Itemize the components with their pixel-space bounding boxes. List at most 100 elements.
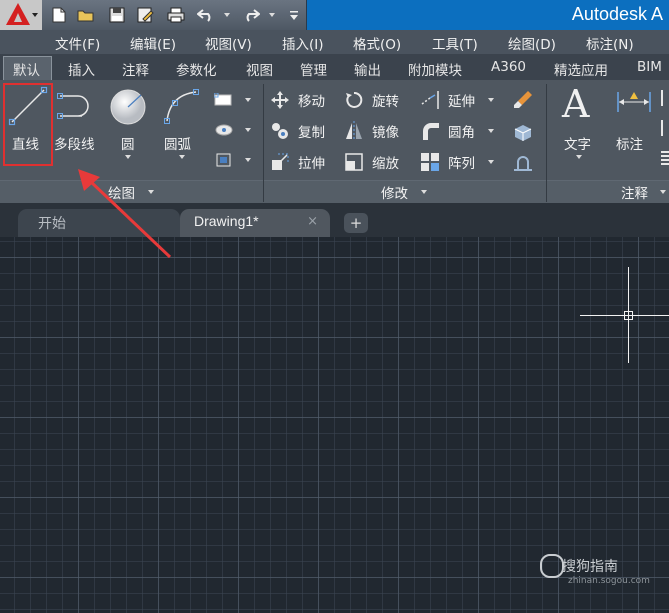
undo-icon[interactable] bbox=[197, 6, 215, 23]
menu-insert[interactable]: 插入(I) bbox=[282, 33, 324, 53]
undo-dropdown-icon[interactable] bbox=[218, 6, 236, 23]
watermark-logo: 搜狗指南 bbox=[562, 559, 618, 575]
circle-label: 圆 bbox=[121, 137, 135, 153]
tab-parametric[interactable]: 参数化 bbox=[176, 59, 217, 79]
scale-icon bbox=[345, 153, 363, 171]
rotate-button[interactable]: 旋转 bbox=[342, 89, 412, 111]
annotation-tools-partial[interactable] bbox=[658, 88, 669, 168]
saveas-icon[interactable] bbox=[137, 6, 155, 23]
extend-label: 延伸 bbox=[448, 94, 475, 110]
save-icon[interactable] bbox=[108, 6, 126, 23]
new-icon[interactable] bbox=[50, 6, 68, 23]
tab-manage[interactable]: 管理 bbox=[300, 59, 327, 79]
add-tab-button[interactable]: + bbox=[344, 213, 368, 233]
scale-label: 缩放 bbox=[372, 156, 399, 172]
chevron-down-icon[interactable] bbox=[660, 190, 666, 194]
tab-default[interactable]: 默认 bbox=[13, 59, 40, 79]
tab-annotate[interactable]: 注释 bbox=[122, 59, 149, 79]
rotate-label: 旋转 bbox=[372, 94, 399, 110]
rectangle-icon bbox=[214, 93, 232, 106]
customize-icon[interactable] bbox=[285, 6, 303, 23]
chevron-down-icon bbox=[488, 160, 494, 164]
watermark-url: zhinan.sogou.com bbox=[568, 576, 650, 586]
menu-view[interactable]: 视图(V) bbox=[205, 33, 252, 53]
chevron-down-icon bbox=[32, 13, 38, 17]
annotation-panel-title[interactable]: 注释 bbox=[621, 182, 648, 202]
tab-a360[interactable]: A360 bbox=[491, 59, 526, 75]
tab-bim[interactable]: BIM bbox=[637, 59, 662, 75]
tab-view[interactable]: 视图 bbox=[246, 59, 273, 79]
rectangle-tool[interactable] bbox=[212, 90, 256, 110]
chevron-down-icon bbox=[488, 98, 494, 102]
application-menu-button[interactable] bbox=[0, 0, 43, 30]
fillet-icon bbox=[423, 123, 439, 140]
hatch-tool[interactable] bbox=[212, 120, 256, 140]
sogou-logo-icon bbox=[540, 554, 564, 578]
circle-button[interactable]: 圆 bbox=[106, 84, 150, 174]
explode-button[interactable] bbox=[510, 120, 536, 142]
extend-icon bbox=[421, 91, 439, 109]
menu-bar: 文件(F) 编辑(E) 视图(V) 插入(I) 格式(O) 工具(T) 绘图(D… bbox=[0, 30, 669, 54]
chevron-down-icon bbox=[125, 155, 131, 159]
text-label: 文字 bbox=[564, 137, 591, 153]
text-icon: A bbox=[562, 82, 590, 126]
line-icon bbox=[8, 86, 48, 126]
menu-tools[interactable]: 工具(T) bbox=[432, 33, 478, 53]
tab-insert[interactable]: 插入 bbox=[68, 59, 95, 79]
close-icon[interactable]: × bbox=[307, 214, 318, 229]
dimension-button[interactable]: 标注 bbox=[612, 84, 656, 162]
tab-drawing1[interactable]: Drawing1* × bbox=[180, 209, 330, 237]
menu-draw[interactable]: 绘图(D) bbox=[508, 33, 556, 53]
menu-file[interactable]: 文件(F) bbox=[55, 33, 100, 53]
stretch-button[interactable]: 拉伸 bbox=[268, 151, 334, 173]
array-button[interactable]: 阵列 bbox=[418, 151, 498, 173]
tab-addins[interactable]: 附加模块 bbox=[408, 59, 462, 79]
boundary-tool[interactable] bbox=[212, 150, 256, 170]
print-icon[interactable] bbox=[167, 6, 185, 23]
stretch-icon bbox=[272, 153, 289, 170]
offset-icon bbox=[514, 156, 532, 171]
menu-edit[interactable]: 编辑(E) bbox=[130, 33, 176, 53]
array-icon bbox=[421, 153, 439, 171]
tab-output[interactable]: 输出 bbox=[354, 59, 381, 79]
arc-icon bbox=[164, 89, 199, 124]
tab-featured-apps[interactable]: 精选应用 bbox=[554, 59, 608, 79]
modify-panel-title[interactable]: 修改 bbox=[381, 182, 408, 202]
chevron-down-icon[interactable] bbox=[421, 190, 427, 194]
red-arrow-annotation bbox=[78, 169, 172, 259]
line-button[interactable]: 直线 bbox=[4, 84, 50, 162]
mirror-button[interactable]: 镜像 bbox=[342, 120, 412, 142]
text-button[interactable]: A 文字 bbox=[556, 82, 602, 174]
copy-icon bbox=[272, 123, 288, 139]
offset-button[interactable] bbox=[510, 151, 536, 173]
polyline-button[interactable]: 多段线 bbox=[52, 84, 102, 162]
move-button[interactable]: 移动 bbox=[268, 89, 334, 111]
crosshair-pickbox bbox=[624, 311, 633, 320]
menu-format[interactable]: 格式(O) bbox=[353, 33, 401, 53]
open-icon[interactable] bbox=[77, 6, 95, 23]
mirror-icon bbox=[346, 121, 362, 141]
boundary-icon bbox=[216, 153, 231, 167]
dimension-icon bbox=[617, 92, 651, 112]
scale-button[interactable]: 缩放 bbox=[342, 151, 412, 173]
chevron-down-icon bbox=[488, 129, 494, 133]
dimension-label: 标注 bbox=[616, 137, 643, 153]
erase-icon bbox=[514, 91, 532, 108]
erase-button[interactable] bbox=[510, 89, 536, 111]
redo-icon[interactable] bbox=[242, 6, 260, 23]
menu-dimension[interactable]: 标注(N) bbox=[586, 33, 634, 53]
quick-access-toolbar bbox=[42, 0, 306, 30]
copy-button[interactable]: 复制 bbox=[268, 120, 334, 142]
title-bar-caption: Autodesk A bbox=[307, 0, 669, 30]
polyline-icon bbox=[57, 93, 89, 119]
chevron-down-icon bbox=[245, 128, 251, 132]
fillet-label: 圆角 bbox=[448, 125, 475, 141]
circle-icon bbox=[110, 89, 146, 125]
fillet-button[interactable]: 圆角 bbox=[418, 120, 498, 142]
chevron-down-icon bbox=[576, 155, 582, 159]
app-title: Autodesk A bbox=[571, 4, 663, 24]
arc-button[interactable]: 圆弧 bbox=[160, 84, 204, 174]
redo-dropdown-icon[interactable] bbox=[263, 6, 281, 23]
extend-button[interactable]: 延伸 bbox=[418, 89, 498, 111]
ribbon-tabs: 默认 插入 注释 参数化 视图 管理 输出 附加模块 A360 精选应用 BIM bbox=[0, 54, 669, 81]
